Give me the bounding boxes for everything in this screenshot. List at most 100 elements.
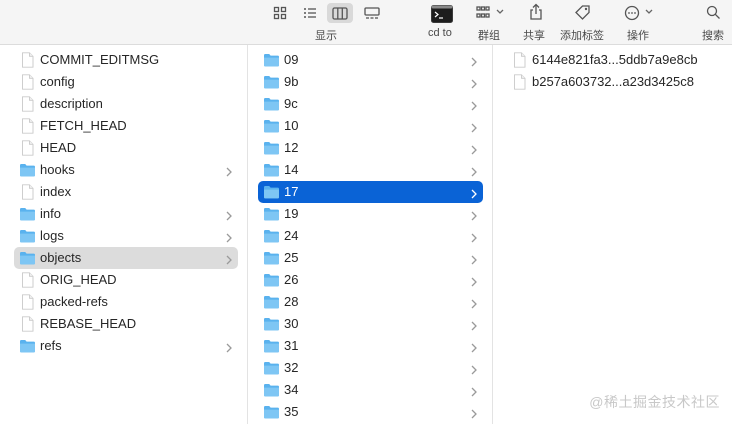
item-name: 14 — [284, 162, 299, 177]
add-tag-label: 添加标签 — [560, 30, 604, 42]
column-object-17[interactable] — [493, 45, 732, 424]
list-icon — [304, 8, 316, 18]
folder-icon — [263, 118, 280, 134]
file-row[interactable]: ORIG_HEAD — [14, 269, 238, 291]
item-name: 35 — [284, 404, 299, 419]
file-row[interactable]: packed-refs — [14, 291, 238, 313]
folder-row[interactable]: 17 — [258, 181, 483, 203]
disclosure-chevron-icon — [471, 275, 477, 287]
folder-icon — [263, 294, 280, 310]
folder-row[interactable]: 10 — [258, 115, 483, 137]
folder-row[interactable]: objects — [14, 247, 238, 269]
file-row[interactable]: REBASE_HEAD — [14, 313, 238, 335]
add-tag-button[interactable]: 添加标签 — [559, 0, 607, 45]
folder-row[interactable]: 12 — [258, 137, 483, 159]
chevron-down-icon — [645, 9, 653, 14]
file-icon — [19, 74, 36, 90]
folder-row[interactable]: 24 — [258, 225, 483, 247]
file-icon — [19, 272, 36, 288]
item-name: 26 — [284, 272, 299, 287]
folder-icon — [263, 74, 280, 90]
folder-row[interactable]: logs — [14, 225, 238, 247]
view-mode-segmented-control[interactable] — [267, 3, 387, 23]
disclosure-chevron-icon — [226, 341, 232, 353]
file-row[interactable]: HEAD — [14, 137, 238, 159]
disclosure-chevron-icon — [471, 385, 477, 397]
item-name: 24 — [284, 228, 299, 243]
item-name: info — [40, 206, 61, 221]
action-button[interactable]: 操作 — [624, 0, 658, 45]
folder-row[interactable]: 19 — [258, 203, 483, 225]
disclosure-chevron-icon — [471, 407, 477, 419]
folder-icon — [263, 360, 280, 376]
share-button[interactable]: 共享 — [523, 0, 549, 45]
watermark: @稀土掘金技术社区 — [589, 394, 720, 410]
folder-row[interactable]: hooks — [14, 159, 238, 181]
folder-row[interactable]: 14 — [258, 159, 483, 181]
more-actions-icon — [624, 5, 640, 21]
file-icon — [19, 140, 36, 156]
item-name: refs — [40, 338, 62, 353]
file-icon — [19, 294, 36, 310]
folder-row[interactable]: 31 — [258, 335, 483, 357]
column-view-button[interactable] — [327, 3, 353, 23]
search-icon — [706, 5, 720, 19]
item-name: b257a603732...a23d3425c8 — [532, 74, 694, 89]
chevron-down-icon — [496, 9, 504, 14]
gallery-view-button[interactable] — [359, 3, 385, 23]
item-name: 25 — [284, 250, 299, 265]
folder-row[interactable]: 09 — [258, 49, 483, 71]
file-icon — [19, 52, 36, 68]
folder-row[interactable]: 30 — [258, 313, 483, 335]
grid-icon — [273, 6, 287, 20]
file-row[interactable]: config — [14, 71, 238, 93]
folder-icon — [263, 162, 280, 178]
disclosure-chevron-icon — [471, 165, 477, 177]
folder-row[interactable]: refs — [14, 335, 238, 357]
folder-row[interactable]: 34 — [258, 379, 483, 401]
folder-row[interactable]: 25 — [258, 247, 483, 269]
gallery-icon — [364, 6, 380, 19]
file-row[interactable]: b257a603732...a23d3425c8 — [506, 71, 726, 93]
disclosure-chevron-icon — [471, 77, 477, 89]
icon-view-button[interactable] — [267, 3, 293, 23]
disclosure-chevron-icon — [471, 363, 477, 375]
folder-icon — [19, 162, 36, 178]
item-name: hooks — [40, 162, 75, 177]
disclosure-chevron-icon — [471, 253, 477, 265]
item-name: logs — [40, 228, 64, 243]
folder-row[interactable]: 26 — [258, 269, 483, 291]
group-icon — [476, 6, 490, 18]
folder-icon — [263, 272, 280, 288]
item-name: 12 — [284, 140, 299, 155]
folder-row[interactable]: 32 — [258, 357, 483, 379]
disclosure-chevron-icon — [471, 231, 477, 243]
file-row[interactable]: FETCH_HEAD — [14, 115, 238, 137]
disclosure-chevron-icon — [471, 55, 477, 67]
group-button[interactable]: 群组 — [474, 0, 508, 45]
folder-row[interactable]: info — [14, 203, 238, 225]
disclosure-chevron-icon — [471, 143, 477, 155]
file-row[interactable]: 6144e821fa3...5ddb7a9e8cb — [506, 49, 726, 71]
folder-row[interactable]: 9b — [258, 71, 483, 93]
file-row[interactable]: index — [14, 181, 238, 203]
folder-icon — [263, 52, 280, 68]
folder-icon — [263, 250, 280, 266]
list-view-button[interactable] — [297, 3, 323, 23]
disclosure-chevron-icon — [471, 297, 477, 309]
share-label: 共享 — [523, 30, 545, 42]
search-button[interactable]: 搜索 — [700, 0, 726, 45]
group-label: 群组 — [478, 30, 500, 42]
disclosure-chevron-icon — [226, 253, 232, 265]
item-name: objects — [40, 250, 82, 265]
item-name: index — [40, 184, 72, 199]
folder-row[interactable]: 28 — [258, 291, 483, 313]
item-name: 17 — [284, 184, 299, 199]
file-row[interactable]: COMMIT_EDITMSG — [14, 49, 238, 71]
item-name: 19 — [284, 206, 299, 221]
folder-row[interactable]: 9c — [258, 93, 483, 115]
cd-to-button[interactable]: cd to — [420, 0, 465, 45]
item-name: 30 — [284, 316, 299, 331]
folder-row[interactable]: 35 — [258, 401, 483, 423]
file-row[interactable]: description — [14, 93, 238, 115]
